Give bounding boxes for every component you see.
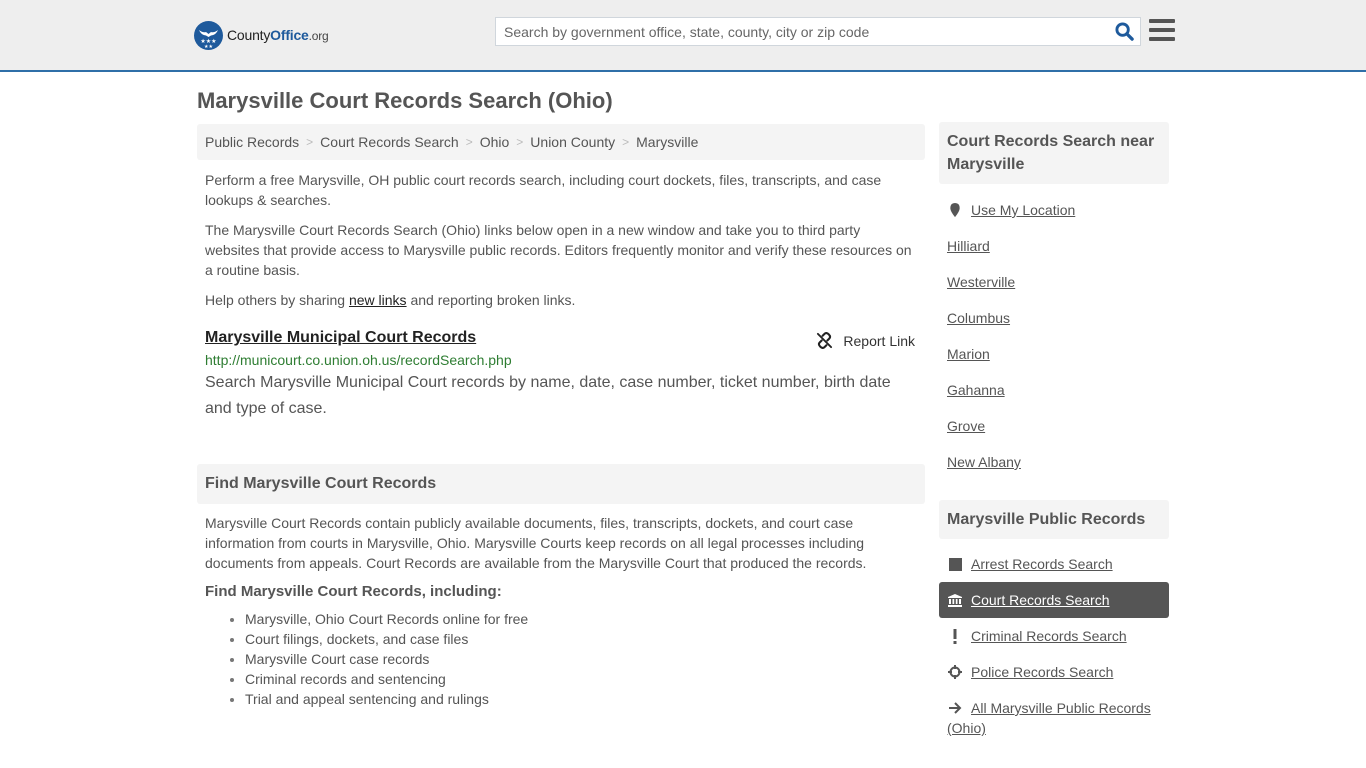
svg-text:★★: ★★ [204,44,213,50]
list-item: Trial and appeal sentencing and rulings [245,689,925,709]
hamburger-menu-icon[interactable] [1149,19,1175,43]
square-icon [947,556,963,572]
list-item: Marysville, Ohio Court Records online fo… [245,609,925,629]
search-icon [1114,22,1134,41]
record-url: http://municourt.co.union.oh.us/recordSe… [205,352,512,368]
nearby-link-grove[interactable]: Grove [939,408,1169,444]
criminal-records-link[interactable]: Criminal Records Search [939,618,1169,654]
nearby-list: Use My Location Hilliard Westerville Col… [939,192,1169,480]
exclamation-icon [947,628,963,644]
find-section-paragraph: Marysville Court Records contain publicl… [205,515,867,571]
all-public-records-link[interactable]: All Marysville Public Records (Ohio) [939,690,1169,738]
nearby-link-marion[interactable]: Marion [939,336,1169,372]
arrow-right-icon [947,700,963,716]
breadcrumb-union-county[interactable]: Union County [530,134,615,150]
find-list: Marysville, Ohio Court Records online fo… [197,609,925,709]
list-item: Criminal records and sentencing [245,669,925,689]
intro-paragraph: Perform a free Marysville, OH public cou… [205,172,882,208]
site-logo[interactable]: ★★★ ★★ CountyOffice.org [194,20,329,50]
map-pin-icon [947,202,963,218]
courthouse-icon [947,592,963,608]
arrest-records-link[interactable]: Arrest Records Search [939,546,1169,582]
breadcrumb-separator: > [622,135,630,149]
breadcrumb-separator: > [465,135,473,149]
nearby-link-hilliard[interactable]: Hilliard [939,228,1169,264]
record-description: Search Marysville Municipal Court record… [205,374,891,417]
nearby-link-westerville[interactable]: Westerville [939,264,1169,300]
list-item: Marysville Court case records [245,649,925,669]
nearby-link-columbus[interactable]: Columbus [939,300,1169,336]
breadcrumb-court-records-search[interactable]: Court Records Search [320,134,459,150]
sidebar: Court Records Search near Marysville Use… [939,122,1169,738]
breadcrumb-public-records[interactable]: Public Records [205,134,299,150]
nearby-heading: Court Records Search near Marysville [939,122,1169,184]
logo-text: CountyOffice.org [227,27,329,43]
breadcrumb-separator: > [516,135,524,149]
find-including-heading: Find Marysville Court Records, including… [205,583,502,600]
main-content: Public Records > Court Records Search > … [197,124,925,709]
eagle-logo-icon: ★★★ ★★ [194,20,223,50]
top-header: ★★★ ★★ CountyOffice.org [0,0,1366,72]
report-link-button[interactable]: Report Link [816,332,915,349]
find-section-heading: Find Marysville Court Records [197,464,925,504]
search-box [495,17,1141,46]
public-records-heading: Marysville Public Records [939,500,1169,539]
share-paragraph: Help others by sharing new links and rep… [205,292,576,308]
search-input[interactable] [496,18,1108,45]
record-listing: Marysville Municipal Court Records Repor… [197,329,925,422]
record-title-link[interactable]: Marysville Municipal Court Records [205,329,476,346]
new-links-link[interactable]: new links [349,292,407,308]
page-title: Marysville Court Records Search (Ohio) [197,88,613,113]
broken-link-icon [817,332,833,349]
nearby-link-gahanna[interactable]: Gahanna [939,372,1169,408]
use-my-location-link[interactable]: Use My Location [939,192,1169,228]
breadcrumb-separator: > [306,135,314,149]
breadcrumb: Public Records > Court Records Search > … [197,124,925,160]
public-records-list: Arrest Records Search Court Records Sear… [939,546,1169,738]
nearby-link-new-albany[interactable]: New Albany [939,444,1169,480]
breadcrumb-marysville[interactable]: Marysville [636,134,698,150]
police-records-link[interactable]: Police Records Search [939,654,1169,690]
breadcrumb-ohio[interactable]: Ohio [480,134,510,150]
list-item: Court filings, dockets, and case files [245,629,925,649]
search-button[interactable] [1108,18,1140,45]
court-records-link[interactable]: Court Records Search [939,582,1169,618]
disclaimer-paragraph: The Marysville Court Records Search (Ohi… [205,222,912,278]
crosshair-icon [947,664,963,680]
